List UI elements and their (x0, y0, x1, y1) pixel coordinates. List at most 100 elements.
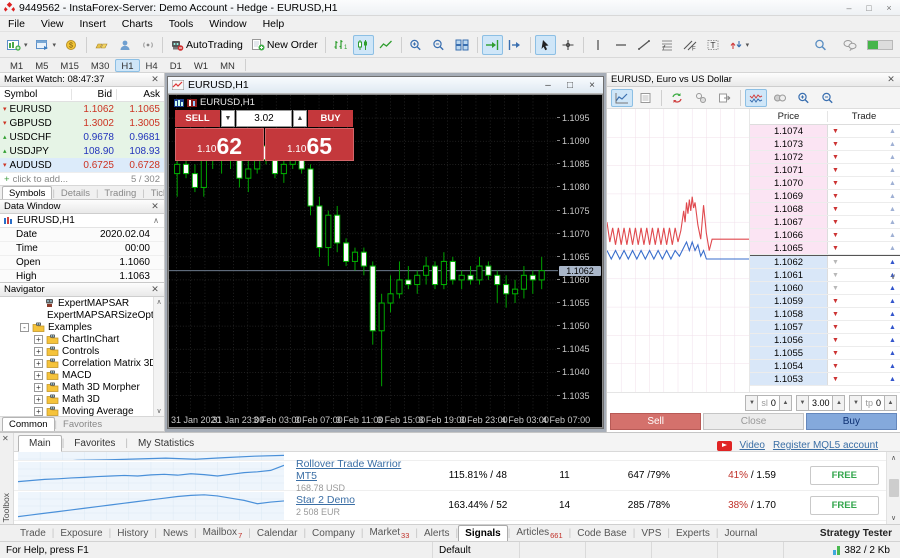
column-ask[interactable]: Ask (117, 89, 164, 100)
ladder-row[interactable]: 1.1062▼▲ (750, 256, 900, 269)
menu-insert[interactable]: Insert (72, 16, 114, 31)
market-watch-tab-trading[interactable]: Trading (98, 186, 142, 200)
sell-chevron-icon[interactable]: ▼ (828, 334, 843, 346)
chart-minimize-button[interactable]: – (541, 80, 555, 91)
menu-tools[interactable]: Tools (161, 16, 202, 31)
sell-chevron-icon[interactable]: ▼ (828, 216, 843, 228)
signals-tab-my-statistics[interactable]: My Statistics (128, 436, 204, 451)
sell-chevron-icon[interactable]: ▼ (828, 190, 843, 202)
broadcast-button[interactable] (137, 35, 158, 55)
timeframe-M15[interactable]: M15 (54, 59, 84, 72)
signal-row[interactable]: Star 2 Demo2 508 EUR 163.44% / 52 14 285… (14, 491, 900, 521)
toolbox-tab-vps[interactable]: VPS (635, 527, 667, 540)
buy-chevron-icon[interactable]: ▲ (885, 334, 900, 346)
column-bid[interactable]: Bid (72, 89, 117, 100)
chat-button[interactable] (839, 35, 860, 55)
signal-name-link[interactable]: Rollover Trade Warrior MT5 (296, 458, 424, 482)
cursor-button[interactable] (535, 35, 556, 55)
navigator-item-correlation-matrix-3d[interactable]: + Correlation Matrix 3D (0, 357, 164, 369)
expand-toggle-icon[interactable]: - (20, 323, 29, 332)
sell-chevron-icon[interactable]: ▼ (828, 138, 843, 150)
buy-button[interactable]: BUY (308, 110, 353, 127)
ladder-row[interactable]: 1.1071▼▲ (750, 164, 900, 177)
dom-close-icon[interactable]: ✕ (886, 74, 896, 85)
menu-charts[interactable]: Charts (114, 16, 161, 31)
menu-window[interactable]: Window (201, 16, 254, 31)
free-badge-button[interactable]: FREE (810, 496, 879, 515)
dom-book-button[interactable] (635, 89, 657, 107)
menu-help[interactable]: Help (255, 16, 293, 31)
market-watch-tab-details[interactable]: Details (55, 186, 96, 200)
menu-file[interactable]: File (0, 16, 33, 31)
market-watch-tab-symbols[interactable]: Symbols (2, 186, 52, 200)
signals-scrollbar[interactable]: ∧∨ (886, 452, 900, 524)
buy-chevron-icon[interactable]: ▲ (885, 308, 900, 320)
expand-toggle-icon[interactable]: + (34, 395, 43, 404)
tile-windows-button[interactable] (452, 35, 473, 55)
column-symbol[interactable]: Symbol (0, 89, 72, 100)
candles-button[interactable] (353, 35, 374, 55)
arrows-button[interactable]: ▾ (726, 35, 753, 55)
ladder-row[interactable]: 1.1061▼▲ (750, 269, 900, 282)
buy-chevron-icon[interactable]: ▲ (885, 295, 900, 307)
new-order-button[interactable]: New Order (248, 35, 321, 55)
hline-button[interactable] (611, 35, 632, 55)
toolbox-tab-calendar[interactable]: Calendar (251, 527, 304, 540)
register-mql5-link[interactable]: Register MQL5 account (773, 440, 878, 451)
timeframe-MN[interactable]: MN (214, 59, 241, 72)
navigator-item-moving-average[interactable]: + Moving Average (0, 405, 164, 416)
sell-chevron-icon[interactable]: ▼ (828, 295, 843, 307)
sell-chevron-icon[interactable]: ▼ (828, 321, 843, 333)
history-center-button[interactable]: $ (61, 35, 82, 55)
autotrading-button[interactable]: AutoTrading (167, 35, 246, 55)
dom-close-button[interactable]: Close (703, 413, 803, 430)
dom-export-button[interactable] (714, 89, 736, 107)
text-button[interactable]: T (703, 35, 724, 55)
expand-toggle-icon[interactable]: + (34, 359, 43, 368)
ladder-row[interactable]: 1.1074▼▲ (750, 125, 900, 138)
auto-scroll-button[interactable] (482, 35, 503, 55)
buy-chevron-icon[interactable]: ▲ (885, 177, 900, 189)
buy-price-display[interactable]: 1.1065 (265, 128, 354, 161)
search-button[interactable] (810, 35, 831, 55)
buy-chevron-icon[interactable]: ▲ (885, 282, 900, 294)
ladder-row[interactable]: 1.1072▼▲ (750, 151, 900, 164)
toolbox-tab-history[interactable]: History (111, 527, 154, 540)
market-watch-row-AUDUSD[interactable]: ▾AUDUSD 0.6725 0.6728 (0, 158, 164, 172)
expand-toggle-icon[interactable]: + (34, 371, 43, 380)
sell-chevron-icon[interactable]: ▼ (828, 308, 843, 320)
accounts-button[interactable] (114, 35, 135, 55)
buy-chevron-icon[interactable]: ▲ (885, 321, 900, 333)
buy-chevron-icon[interactable]: ▲ (885, 190, 900, 202)
expand-toggle-icon[interactable]: + (34, 407, 43, 416)
stop-loss-spinner[interactable]: ▼sl0▲ (745, 395, 792, 411)
signals-tab-main[interactable]: Main (18, 435, 62, 452)
line-button[interactable] (376, 35, 397, 55)
buy-chevron-icon[interactable]: ▲ (885, 203, 900, 215)
video-link[interactable]: Video (740, 440, 765, 451)
sell-chevron-icon[interactable]: ▼ (828, 360, 843, 372)
toolbox-tab-alerts[interactable]: Alerts (418, 527, 456, 540)
timeframe-W1[interactable]: W1 (188, 59, 214, 72)
ladder-row[interactable]: 1.1059▼▲ (750, 295, 900, 308)
timeframe-M1[interactable]: M1 (4, 59, 29, 72)
toolbox-close-icon[interactable]: ✕ (2, 434, 9, 443)
window-close-button[interactable]: × (882, 3, 896, 13)
scroll-up-icon[interactable]: ∧ (153, 216, 161, 225)
ladder-row[interactable]: 1.1060▼▲ (750, 282, 900, 295)
timeframe-D1[interactable]: D1 (164, 59, 188, 72)
toolbox-tab-articles[interactable]: Articles661 (510, 526, 568, 541)
window-maximize-button[interactable]: □ (862, 3, 876, 13)
menu-view[interactable]: View (33, 16, 72, 31)
vline-button[interactable] (588, 35, 609, 55)
zoom-out-button[interactable] (429, 35, 450, 55)
buy-chevron-icon[interactable]: ▲ (885, 242, 900, 254)
timeframe-H4[interactable]: H4 (140, 59, 164, 72)
sell-price-display[interactable]: 1.1062 (175, 128, 264, 161)
chart-maximize-button[interactable]: □ (563, 80, 577, 91)
chart-canvas[interactable]: EURUSD,H1 SELL ▼ 3.02 ▲ BUY 1.1062 (168, 94, 603, 428)
toolbox-tab-company[interactable]: Company (306, 527, 361, 540)
navigator-close-icon[interactable]: ✕ (150, 284, 160, 295)
market-watch-row-GBPUSD[interactable]: ▾GBPUSD 1.3002 1.3005 (0, 116, 164, 130)
market-watch-close-icon[interactable]: ✕ (150, 74, 160, 85)
